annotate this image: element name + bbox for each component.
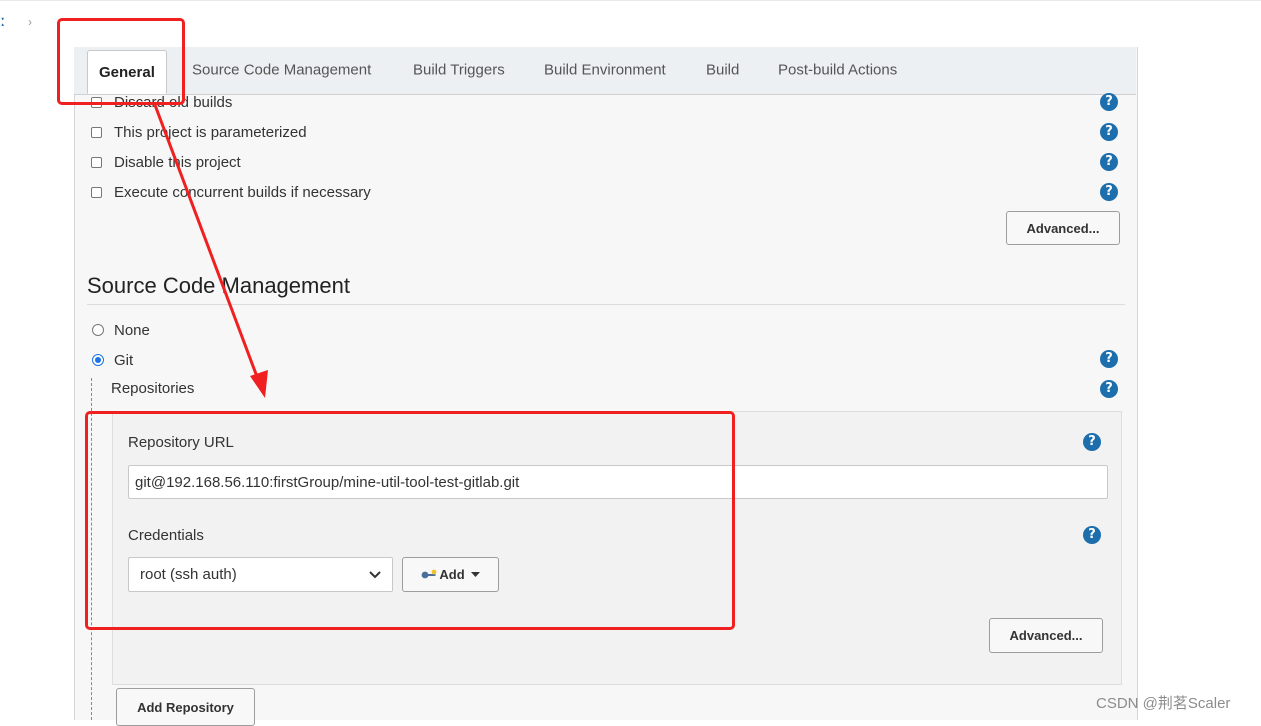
annotation-arrow xyxy=(153,104,268,398)
watermark: CSDN @荆茗Scaler xyxy=(1096,695,1231,712)
